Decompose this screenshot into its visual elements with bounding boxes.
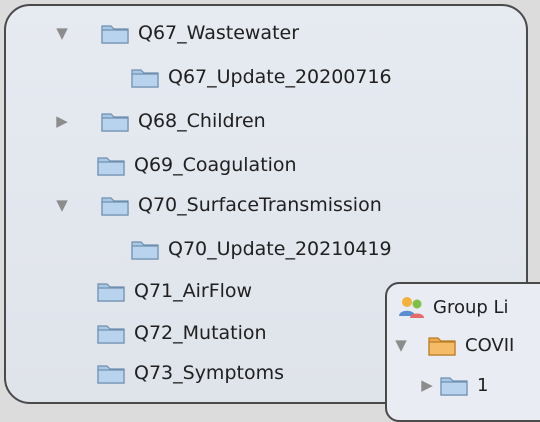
folder-icon xyxy=(97,283,125,302)
disclosure-collapsed-icon[interactable]: ▶ xyxy=(415,376,439,394)
tree-item-label: Q73_Symptoms xyxy=(134,362,284,384)
tree-row-q73-symptoms[interactable]: Q73_Symptoms xyxy=(96,354,284,392)
group-list-header[interactable]: Group Li xyxy=(397,288,509,326)
folder-icon xyxy=(97,325,125,344)
tree-item-label: Q69_Coagulation xyxy=(134,154,297,176)
disclosure-expanded-icon[interactable]: ▼ xyxy=(50,196,74,214)
tree-row-q71-airflow[interactable]: Q71_AirFlow xyxy=(96,272,252,310)
tree-row-q70-surfacetransmission[interactable]: ▼ Q70_SurfaceTransmission xyxy=(50,186,382,224)
disclosure-expanded-icon[interactable]: ▼ xyxy=(389,336,413,354)
tree-item-label: COVII xyxy=(465,334,515,356)
folder-icon xyxy=(101,113,129,132)
tree-item-label: Q70_Update_20210419 xyxy=(168,238,392,260)
tree-item-label: Q72_Mutation xyxy=(134,322,267,344)
folder-icon xyxy=(101,197,129,216)
folder-icon xyxy=(97,157,125,176)
tree-row-q72-mutation[interactable]: Q72_Mutation xyxy=(96,314,267,352)
tree-row-q68-children[interactable]: ▶ Q68_Children xyxy=(50,102,266,140)
tree-row-covid-group[interactable]: ▼ COVII xyxy=(389,326,514,364)
tree-item-label: Q70_SurfaceTransmission xyxy=(138,194,382,216)
folder-icon xyxy=(131,241,159,260)
tree-item-label: Q67_Update_20200716 xyxy=(168,66,392,88)
tree-item-label: 1 xyxy=(477,374,489,396)
folder-icon xyxy=(440,377,468,396)
group-list-label: Group Li xyxy=(433,296,509,318)
folder-icon xyxy=(428,337,456,356)
folder-icon xyxy=(97,365,125,384)
tree-item-label: Q67_Wastewater xyxy=(138,22,300,44)
folder-icon xyxy=(101,25,129,44)
tree-row-q70-update[interactable]: Q70_Update_20210419 xyxy=(130,230,392,268)
group-list-panel: Group Li ▼ COVII ▶ 1 xyxy=(385,282,540,422)
tree-row-q67-wastewater[interactable]: ▼ Q67_Wastewater xyxy=(50,14,299,52)
tree-item-label: Q71_AirFlow xyxy=(134,280,253,302)
group-list-icon xyxy=(399,297,424,318)
tree-item-label: Q68_Children xyxy=(138,110,266,132)
tree-row-q69-coagulation[interactable]: Q69_Coagulation xyxy=(96,146,297,184)
disclosure-collapsed-icon[interactable]: ▶ xyxy=(50,112,74,130)
folder-icon xyxy=(131,69,159,88)
tree-row-group-child[interactable]: ▶ 1 xyxy=(415,366,488,404)
disclosure-expanded-icon[interactable]: ▼ xyxy=(50,24,74,42)
tree-row-q67-update[interactable]: Q67_Update_20200716 xyxy=(130,58,392,96)
